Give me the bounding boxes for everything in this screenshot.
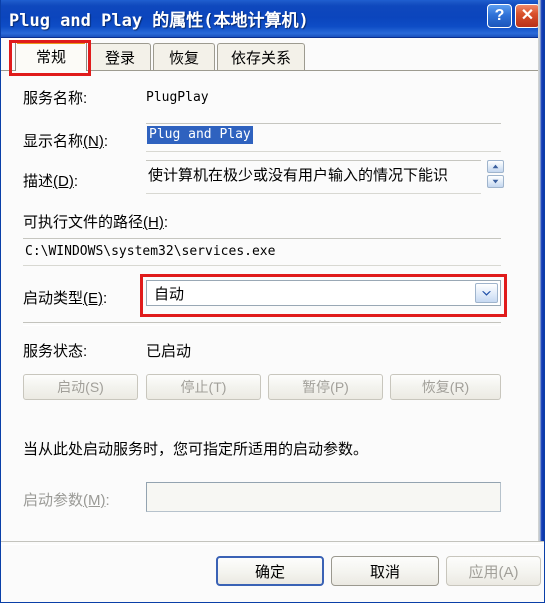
startup-type-value: 自动: [154, 285, 185, 303]
tab-dependencies[interactable]: 依存关系: [217, 43, 305, 70]
tab-logon-label: 登录: [104, 49, 135, 67]
executable-path-label-colon: :: [163, 214, 169, 231]
display-name-value: Plug and Play: [147, 126, 253, 144]
service-name-label: 服务名称:: [23, 90, 88, 107]
executable-path-accelerator: (H): [143, 214, 164, 231]
startup-type-label-colon: :: [103, 290, 108, 307]
startup-type-label: 启动类型(E):: [23, 287, 107, 308]
tab-recovery[interactable]: 恢复: [153, 43, 215, 70]
service-status-label: 服务状态:: [23, 343, 88, 360]
resume-service-label: 恢复(R): [421, 379, 470, 395]
service-properties-dialog: Plug and Play 的属性(本地计算机) ? ✕ 常规 登录 恢复 依存…: [0, 0, 545, 603]
stop-service-button[interactable]: 停止(T): [146, 374, 261, 400]
question-mark-icon: ?: [494, 6, 505, 24]
tab-logon[interactable]: 登录: [89, 43, 151, 70]
description-label-text: 描述: [23, 173, 54, 190]
display-name-accelerator: (N): [83, 133, 104, 150]
display-name-label: 显示名称(N):: [23, 130, 108, 151]
cancel-button-label: 取消: [369, 563, 400, 581]
display-name-label-colon: :: [103, 133, 109, 150]
tab-strip: 常规 登录 恢复 依存关系: [1, 38, 544, 71]
start-service-button[interactable]: 启动(S): [23, 374, 138, 400]
display-name-label-text: 显示名称: [23, 133, 84, 150]
dialog-footer: 确定 取消 应用(A): [1, 541, 544, 602]
startup-type-select[interactable]: 自动: [146, 280, 501, 306]
start-params-input[interactable]: [146, 482, 501, 512]
scroll-up-icon[interactable]: [487, 160, 504, 173]
section-separator: [23, 322, 501, 326]
tab-general-label: 常规: [35, 48, 66, 66]
description-accelerator: (D): [53, 173, 74, 190]
tab-recovery-label: 恢复: [168, 49, 199, 67]
scroll-down-icon[interactable]: [487, 175, 504, 188]
window-controls: ? ✕: [487, 4, 540, 28]
tab-general[interactable]: 常规: [15, 40, 87, 71]
close-icon: ✕: [520, 6, 535, 24]
pause-service-label: 暂停(P): [302, 379, 349, 395]
executable-path-input[interactable]: C:\WINDOWS\system32\services.exe: [23, 238, 501, 266]
ok-button[interactable]: 确定: [216, 556, 324, 586]
description-scroll-buttons[interactable]: [487, 160, 504, 188]
startup-type-accelerator: (E): [83, 290, 104, 307]
executable-path-label-text: 可执行文件的路径: [23, 214, 144, 231]
general-tab-panel: 服务名称: PlugPlay 显示名称(N): Plug and Play 描述…: [1, 71, 544, 541]
executable-path-label: 可执行文件的路径(H):: [23, 211, 168, 232]
cancel-button[interactable]: 取消: [331, 556, 439, 586]
apply-button-label: 应用(A): [468, 563, 519, 581]
start-params-label: 启动参数(M):: [23, 489, 110, 510]
display-name-input[interactable]: Plug and Play: [146, 123, 501, 152]
executable-path-value: C:\WINDOWS\system32\services.exe: [25, 244, 276, 259]
chevron-down-icon[interactable]: [475, 283, 498, 303]
description-value: 使计算机在极少或没有用户输入的情况下能识: [148, 167, 449, 184]
window-title: Plug and Play 的属性(本地计算机): [9, 11, 309, 31]
pause-service-button[interactable]: 暂停(P): [268, 374, 383, 400]
ok-button-label: 确定: [254, 563, 285, 581]
close-button[interactable]: ✕: [515, 4, 540, 28]
start-params-accelerator: (M): [83, 492, 106, 509]
window-right-border: [538, 0, 544, 541]
title-bar: Plug and Play 的属性(本地计算机) ? ✕: [1, 0, 544, 38]
footer-separator: [1, 541, 544, 545]
tab-dependencies-label: 依存关系: [230, 49, 291, 67]
service-status-value: 已启动: [146, 343, 192, 360]
start-params-hint: 当从此处启动服务时，您可指定所适用的启动参数。: [23, 441, 369, 458]
description-label: 描述(D):: [23, 170, 78, 191]
start-params-label-colon: :: [105, 492, 110, 509]
description-label-colon: :: [73, 173, 79, 190]
startup-type-label-text: 启动类型: [23, 290, 84, 307]
start-service-label: 启动(S): [57, 379, 104, 395]
start-params-label-text: 启动参数: [23, 492, 84, 509]
stop-service-label: 停止(T): [180, 379, 227, 395]
description-input[interactable]: 使计算机在极少或没有用户输入的情况下能识: [146, 160, 481, 194]
service-name-value: PlugPlay: [146, 90, 209, 105]
apply-button[interactable]: 应用(A): [446, 556, 541, 586]
help-button[interactable]: ?: [487, 4, 512, 28]
resume-service-button[interactable]: 恢复(R): [390, 374, 501, 400]
